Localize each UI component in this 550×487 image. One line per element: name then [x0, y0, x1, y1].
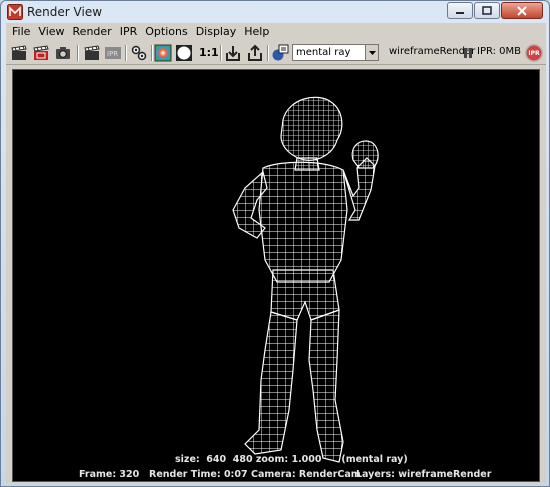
title-bar[interactable]: Render View [1, 1, 549, 23]
maximize-icon [482, 6, 492, 15]
color-display-icon[interactable] [154, 44, 172, 62]
keep-image-icon[interactable] [224, 44, 242, 62]
render-view-client: File View Render IPR Options Display Hel… [6, 23, 546, 483]
render-settings-icon[interactable] [130, 44, 148, 62]
toolbar-separator [151, 45, 153, 61]
render-view-window: Render View File View Render IPR Options… [0, 0, 550, 487]
svg-text:IPR: IPR [107, 50, 118, 58]
menu-display[interactable]: Display [192, 24, 241, 40]
alpha-display-icon[interactable] [175, 44, 193, 62]
camera-label: Camera: RenderCam [251, 469, 361, 480]
renderer-dropdown[interactable]: mental ray [292, 44, 379, 61]
display-settings-icon[interactable] [271, 44, 289, 62]
minimize-icon [456, 11, 464, 14]
menu-help[interactable]: Help [240, 24, 273, 40]
menu-ipr[interactable]: IPR [116, 24, 142, 40]
render-info-line: size: 640 480 zoom: 1.000 (mental ray) [175, 454, 408, 465]
minimize-button[interactable] [447, 2, 473, 19]
ipr-memory-label: IPR: 0MB [477, 46, 522, 57]
menu-bar: File View Render IPR Options Display Hel… [6, 23, 546, 41]
maximize-button[interactable] [474, 2, 500, 19]
toolbar-separator [77, 45, 79, 61]
maya-app-icon [7, 4, 23, 20]
wireframe-figure [232, 96, 379, 463]
pause-icon[interactable] [462, 46, 474, 60]
menu-view[interactable]: View [34, 24, 68, 40]
close-icon [517, 5, 527, 16]
renderer-value: mental ray [296, 47, 351, 58]
menu-options[interactable]: Options [141, 24, 191, 40]
remove-image-icon[interactable] [246, 44, 264, 62]
menu-file[interactable]: File [8, 24, 34, 40]
frame-label: Frame: 320 [79, 469, 140, 480]
redo-region-icon[interactable] [32, 44, 50, 62]
ratio-label[interactable]: 1:1 [199, 46, 219, 59]
window-title: Render View [27, 5, 103, 19]
ipr-badge[interactable]: IPR [525, 44, 543, 62]
close-button[interactable] [501, 2, 543, 19]
toolbar-separator [220, 45, 222, 61]
toolbar-separator [125, 45, 127, 61]
ipr-render-icon[interactable]: IPR [104, 44, 122, 62]
snapshot-icon[interactable] [54, 44, 72, 62]
ipr-badge-label: IPR [528, 49, 540, 57]
redo-render-icon[interactable] [10, 44, 28, 62]
toolbar-separator [267, 45, 269, 61]
chevron-down-icon [365, 45, 378, 60]
menu-render[interactable]: Render [69, 24, 116, 40]
render-viewport[interactable]: size: 640 480 zoom: 1.000 (mental ray) F… [12, 69, 540, 482]
toolbar: IPR 1:1 mental ray wireframeRender IPR: … [6, 41, 546, 65]
layers-label: Layers: wireframeRender [356, 469, 492, 480]
render-region-icon[interactable] [83, 44, 101, 62]
render-time-label: Render Time: 0:07 [149, 469, 248, 480]
